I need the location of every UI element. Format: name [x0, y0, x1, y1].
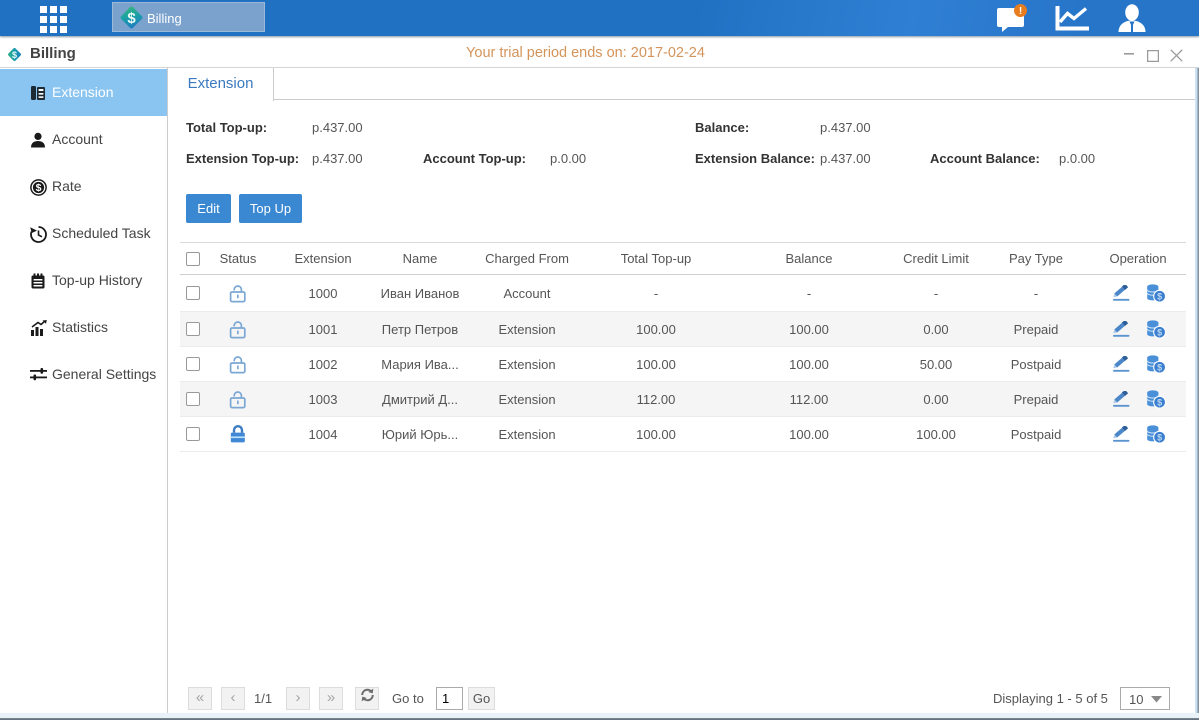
svg-text:$: $ — [1157, 327, 1162, 337]
svg-text:$: $ — [127, 10, 136, 27]
svg-text:$: $ — [1157, 432, 1162, 442]
svg-text:$: $ — [36, 182, 42, 194]
svg-text:$: $ — [1157, 397, 1162, 407]
svg-text:!: ! — [1019, 6, 1022, 17]
svg-text:$: $ — [1157, 291, 1162, 301]
svg-text:$: $ — [1157, 362, 1162, 372]
